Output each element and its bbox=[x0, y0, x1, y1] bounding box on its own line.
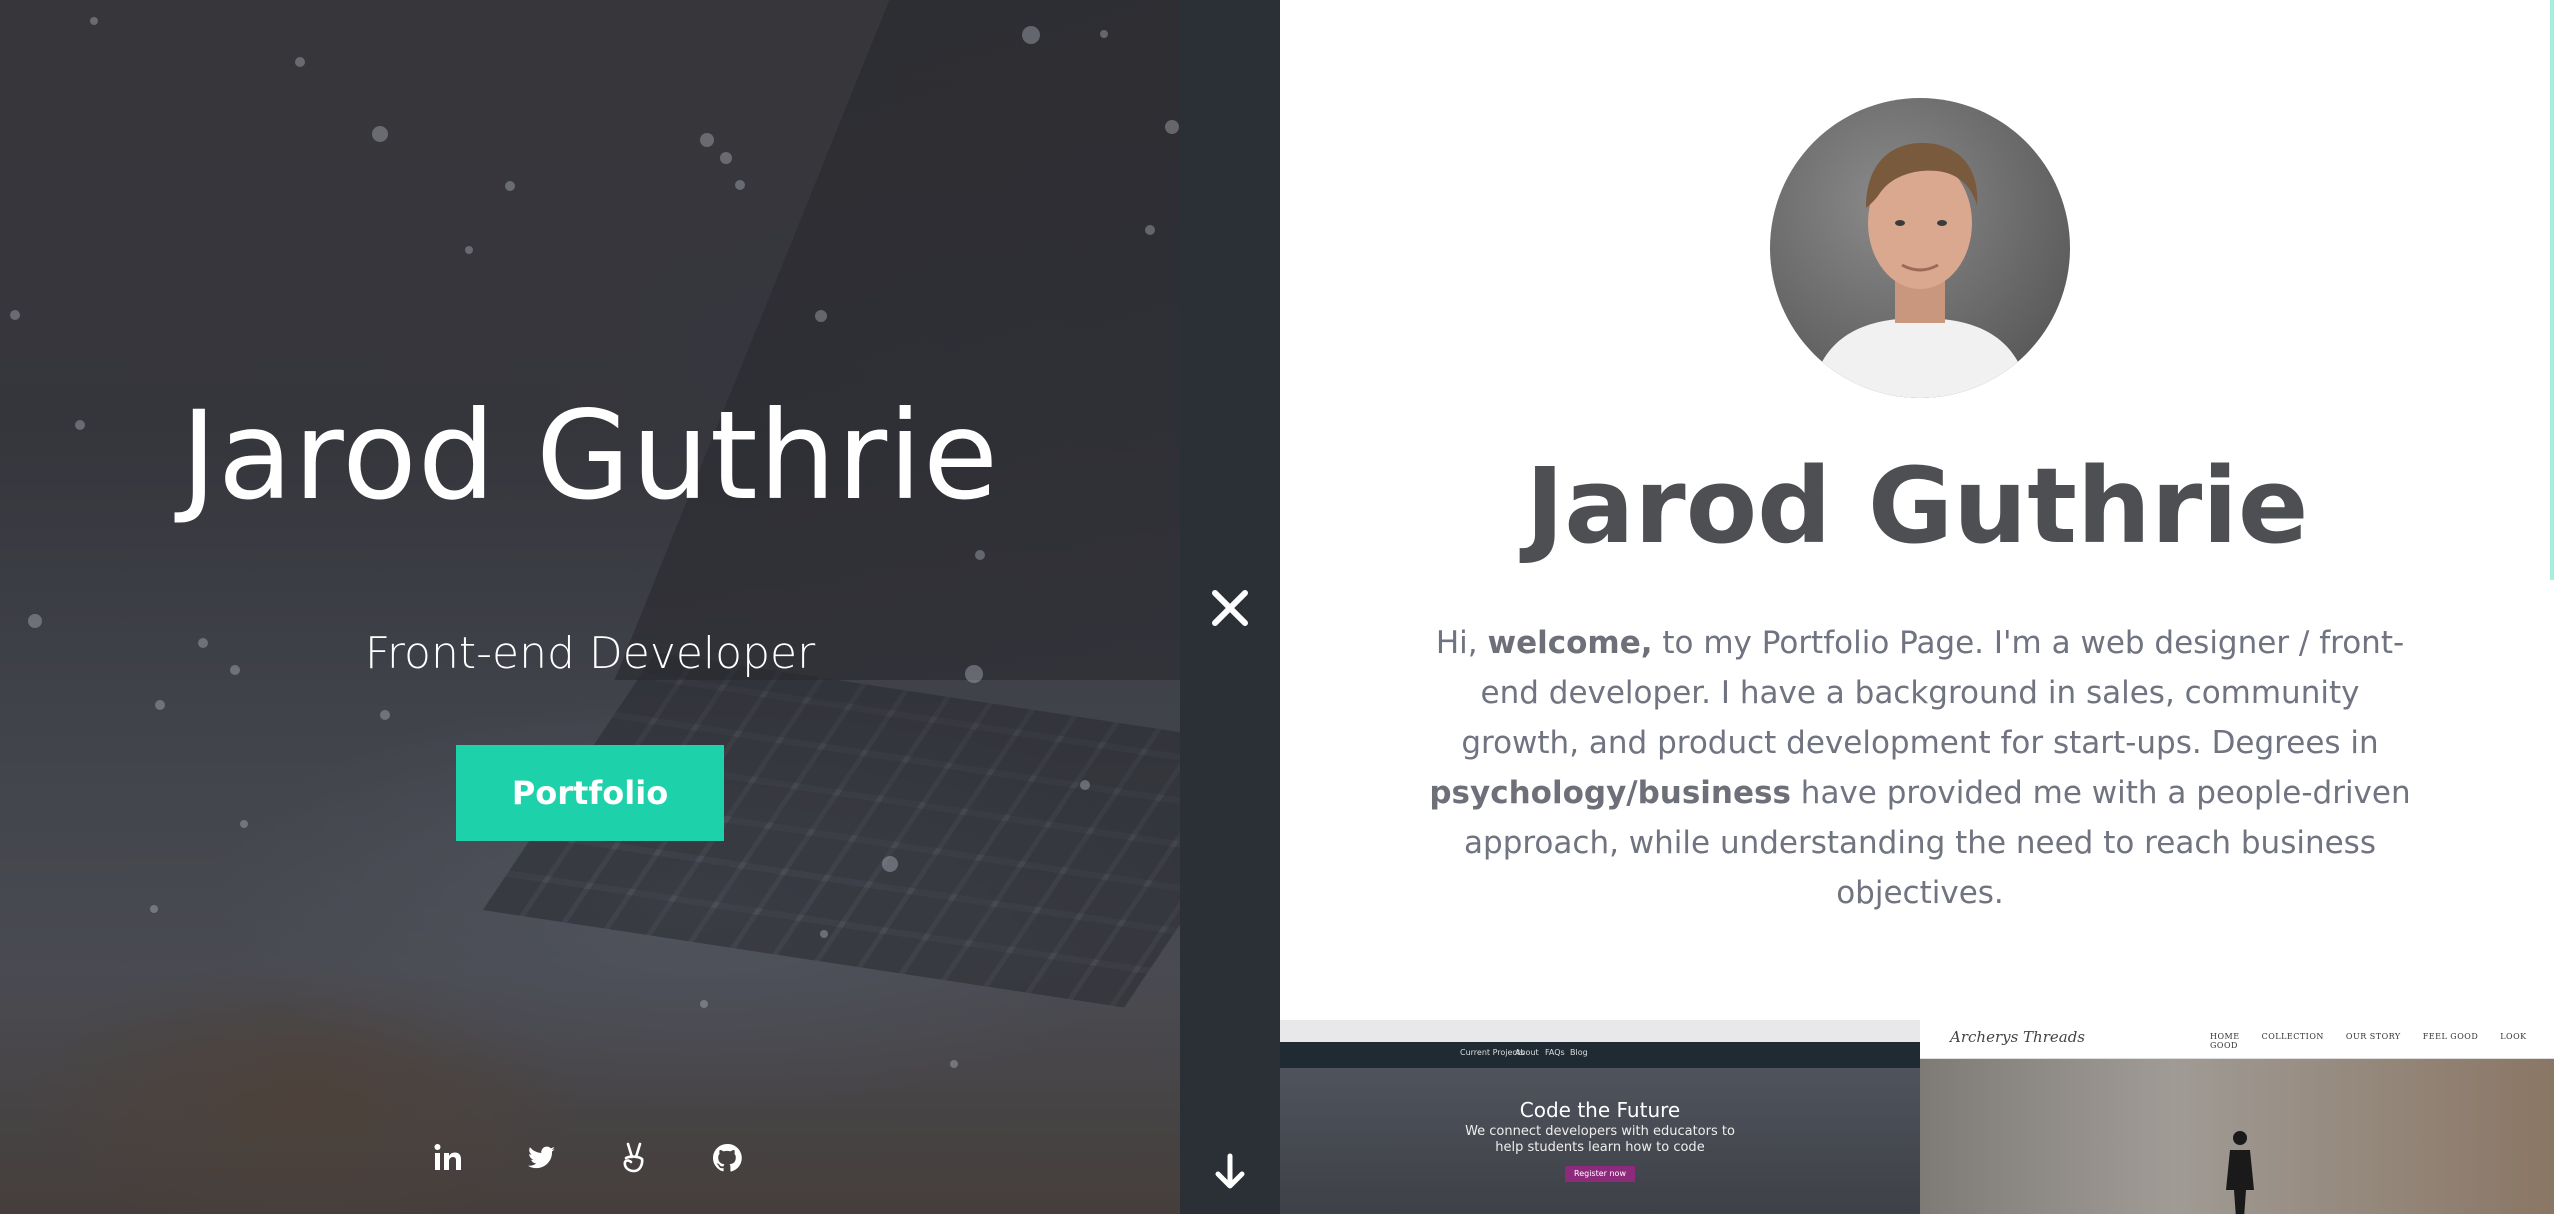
particle bbox=[882, 856, 898, 872]
project-nav-item: FAQs bbox=[1545, 1048, 1565, 1057]
particle bbox=[720, 152, 732, 164]
project-nav: HOME COLLECTION OUR STORY FEEL GOOD LOOK GOO… bbox=[2210, 1032, 2554, 1050]
particle bbox=[505, 181, 515, 191]
particle bbox=[150, 905, 158, 913]
particle bbox=[735, 180, 745, 190]
project-nav-item: Blog bbox=[1570, 1048, 1588, 1057]
particle bbox=[380, 710, 390, 720]
particle bbox=[10, 310, 20, 320]
project-header: Archerys Threads HOME COLLECTION OUR STORY… bbox=[1920, 1020, 2554, 1059]
particle bbox=[90, 17, 98, 25]
hero-name: Jarod Guthrie bbox=[180, 385, 1000, 527]
figure-silhouette bbox=[2226, 1131, 2254, 1214]
close-icon[interactable] bbox=[1205, 583, 1255, 633]
linkedin-icon[interactable] bbox=[429, 1138, 469, 1178]
bio-text-1: Hi, bbox=[1435, 625, 1488, 661]
browser-bar bbox=[1280, 1020, 1920, 1042]
hero-section: Jarod Guthrie Front-end Developer Portfo… bbox=[0, 0, 1180, 1214]
particle bbox=[700, 1000, 708, 1008]
bio-bold-degrees: psychology/business bbox=[1429, 775, 1791, 811]
project-thumb-code-the-future[interactable]: Current Projects About FAQs Blog Code th… bbox=[1280, 1020, 1920, 1214]
project-cta: Register now bbox=[1565, 1166, 1635, 1182]
particle bbox=[975, 550, 985, 560]
github-icon[interactable] bbox=[707, 1138, 747, 1178]
particle bbox=[295, 57, 305, 67]
portfolio-button[interactable]: Portfolio bbox=[456, 745, 724, 841]
particle bbox=[1145, 225, 1155, 235]
project-nav-item: About bbox=[1515, 1048, 1539, 1057]
project-nav-item: HOME bbox=[2210, 1032, 2240, 1041]
arrow-down-icon[interactable] bbox=[1207, 1150, 1253, 1196]
angellist-icon[interactable] bbox=[614, 1138, 654, 1178]
particle bbox=[700, 133, 714, 147]
particle bbox=[820, 930, 828, 938]
particle bbox=[1165, 120, 1179, 134]
hero-overlay bbox=[0, 0, 1180, 1214]
particle bbox=[1022, 26, 1040, 44]
particle bbox=[155, 700, 165, 710]
particle bbox=[465, 246, 473, 254]
particle bbox=[372, 126, 388, 142]
particle bbox=[950, 1060, 958, 1068]
project-thumb-archerys-threads[interactable]: Archerys Threads HOME COLLECTION OUR STORY… bbox=[1920, 1020, 2554, 1214]
particle bbox=[28, 614, 42, 628]
project-title: Code the Future bbox=[1519, 1098, 1681, 1122]
particle bbox=[1080, 780, 1090, 790]
project-nav-item: COLLECTION bbox=[2261, 1032, 2324, 1041]
project-nav-item: OUR STORY bbox=[2345, 1032, 2401, 1041]
particle bbox=[815, 310, 827, 322]
about-name: Jarod Guthrie bbox=[1525, 445, 2309, 567]
project-subtitle: We connect developers with educators to … bbox=[1465, 1124, 1735, 1155]
project-nav-item: FEEL GOOD bbox=[2422, 1032, 2479, 1041]
twitter-icon[interactable] bbox=[521, 1138, 561, 1178]
avatar bbox=[1770, 98, 2070, 398]
hero-subtitle: Front-end Developer bbox=[364, 628, 816, 679]
particle bbox=[1100, 30, 1108, 38]
project-nav: Current Projects About FAQs Blog bbox=[1280, 1042, 1920, 1068]
bio-bold-welcome: welcome, bbox=[1487, 625, 1653, 661]
about-bio: Hi, welcome, to my Portfolio Page. I'm a… bbox=[1420, 618, 2420, 918]
about-panel: Jarod Guthrie Hi, welcome, to my Portfol… bbox=[1280, 0, 2554, 1214]
particle bbox=[240, 820, 248, 828]
project-logo: Archerys Threads bbox=[1950, 1028, 2086, 1046]
